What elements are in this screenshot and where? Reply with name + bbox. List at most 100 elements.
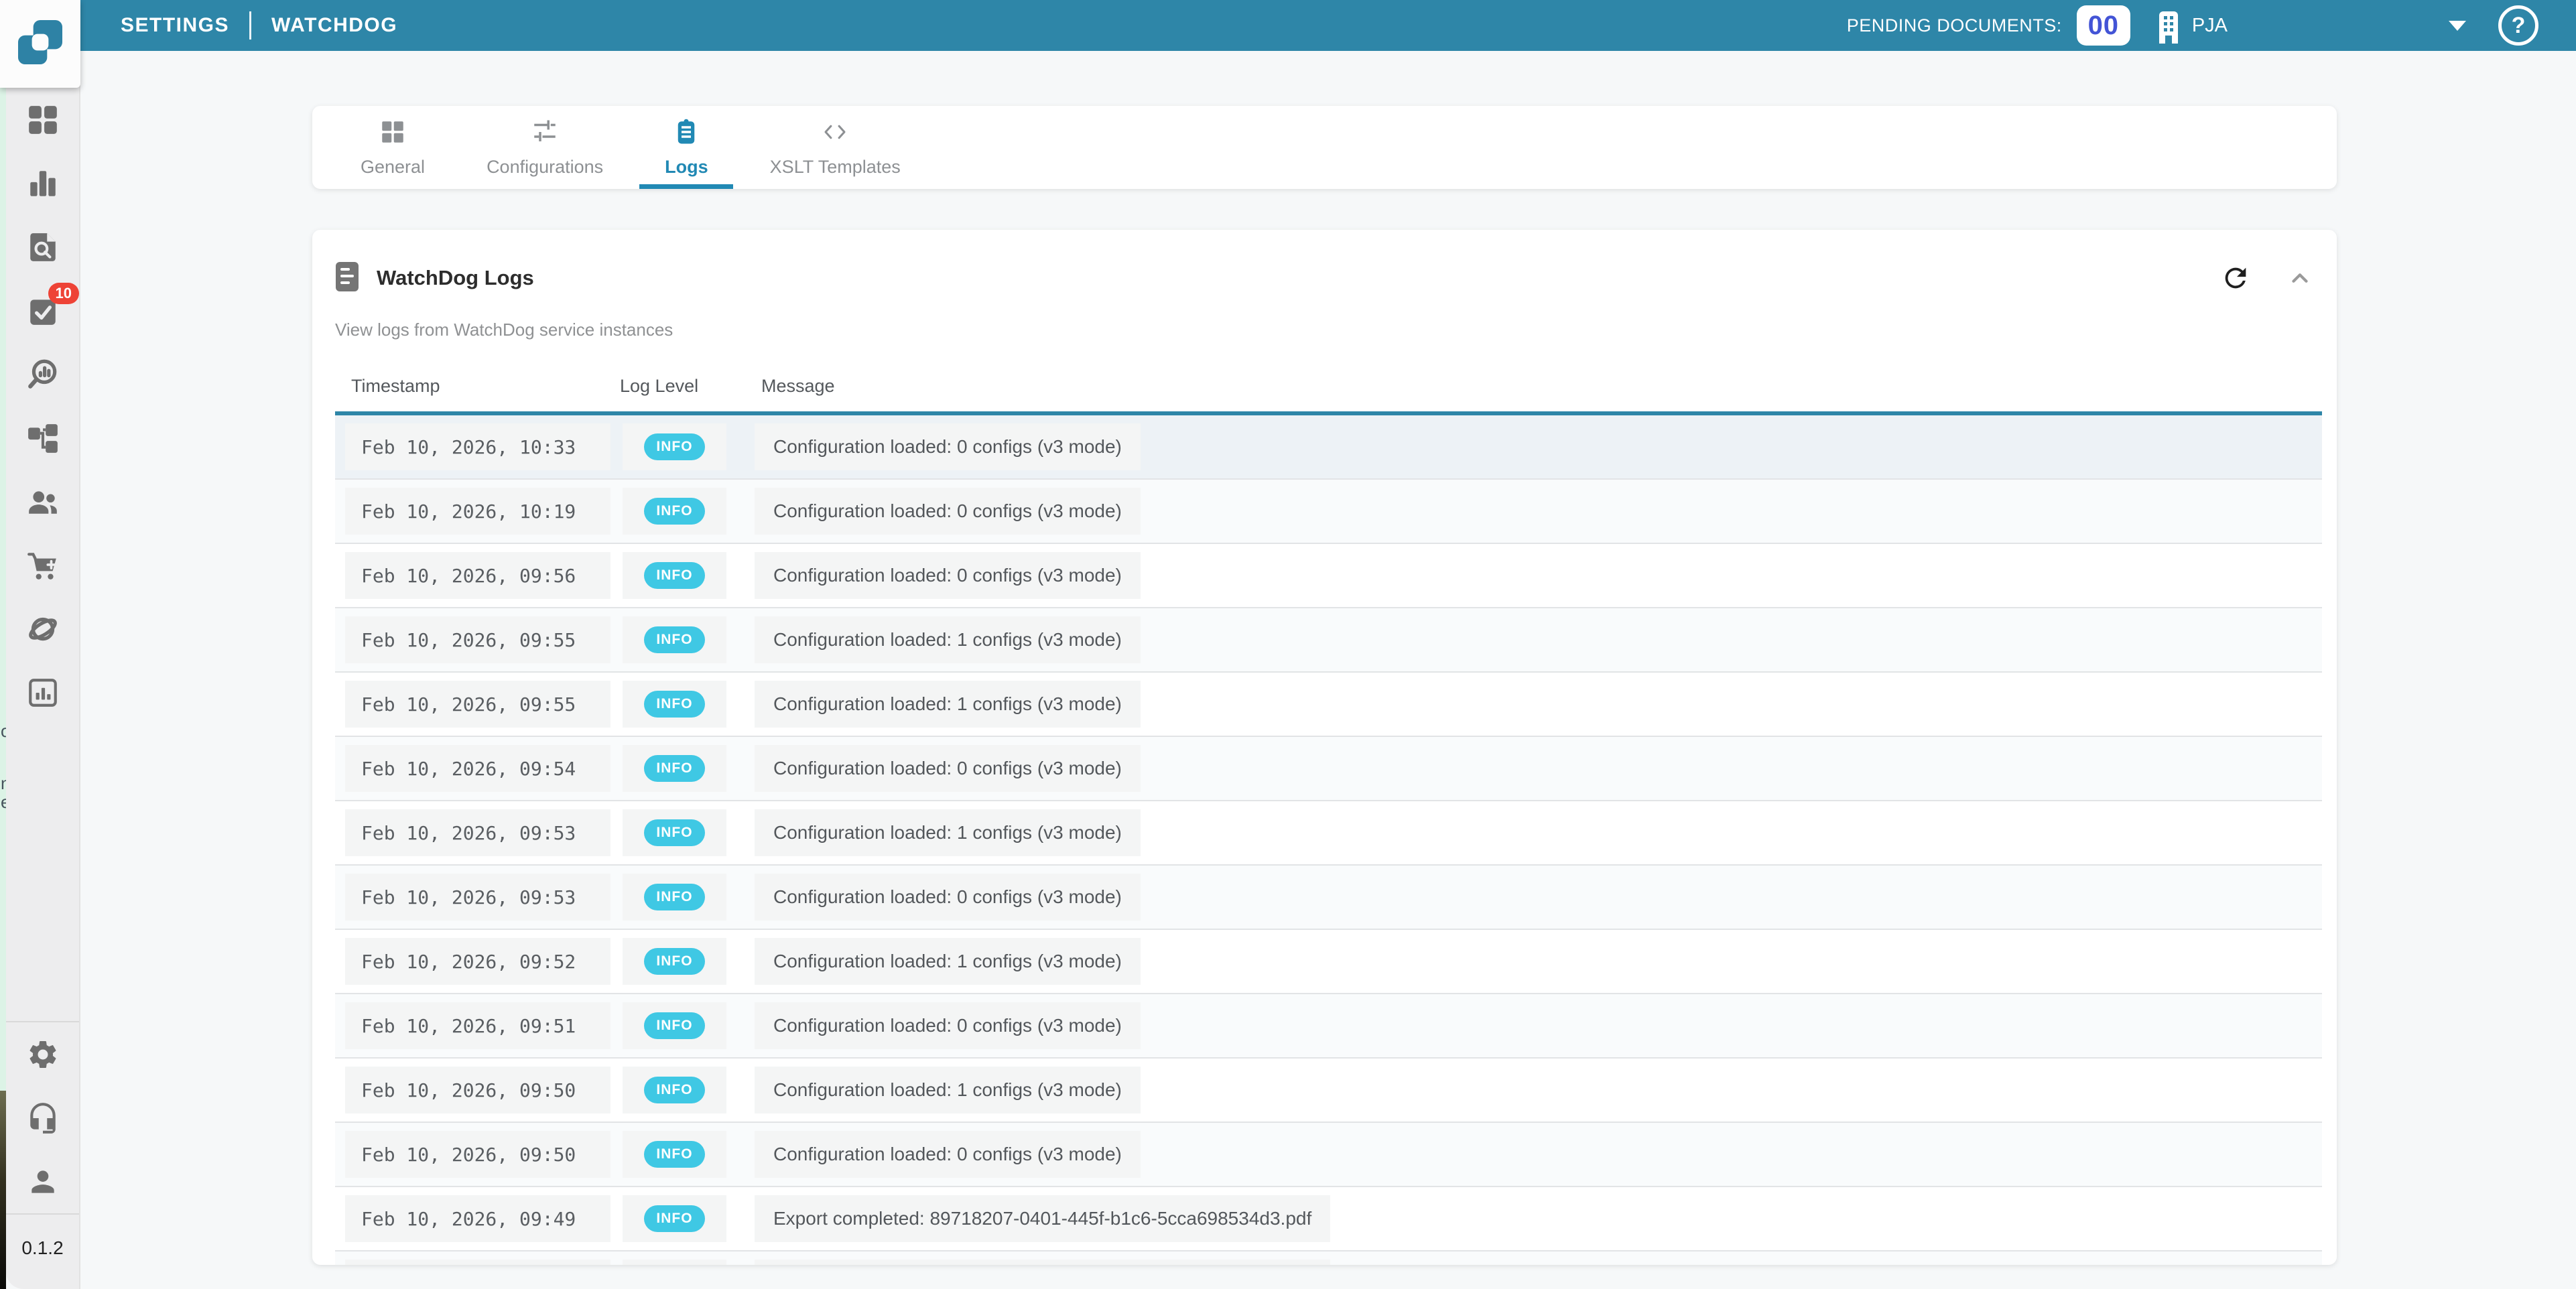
message-cell: Configuration loaded: 0 configs (v3 mode…	[744, 994, 2322, 1058]
top-bar: SETTINGS WATCHDOG PENDING DOCUMENTS: 00 …	[80, 0, 2576, 51]
log-level-cell: INFO	[613, 1122, 744, 1186]
timestamp-value: Feb 10, 2026, 09:55	[345, 616, 610, 663]
log-level-cell: INFO	[613, 801, 744, 865]
sidebar-item-workflow[interactable]	[6, 406, 79, 470]
timestamp-value: Feb 10, 2026, 09:54	[345, 745, 610, 792]
background-clipped-text: e	[1, 793, 6, 811]
table-row: Feb 10, 2026, 09:51 INFO Configuration loa…	[335, 994, 2322, 1058]
table-row: Feb 10, 2026, 09:50 INFO Configuration loa…	[335, 1122, 2322, 1186]
timestamp-value: Feb 10, 2026, 09:55	[345, 681, 610, 728]
app-logo[interactable]	[0, 0, 80, 88]
sidebar-item-dashboard[interactable]	[6, 88, 79, 151]
collapse-chevron-up-icon[interactable]	[2287, 265, 2313, 291]
tab-general[interactable]: General	[330, 106, 456, 189]
breadcrumb-settings: SETTINGS	[121, 14, 229, 37]
table-row: Feb 10, 2026, 10:33INFOConfiguration loa…	[335, 413, 2322, 479]
timestamp-cell: Feb 10, 2026, 09:50	[335, 1122, 613, 1186]
chart-box-icon	[26, 676, 60, 709]
org-selector-label[interactable]: PJA	[2192, 15, 2228, 37]
timestamp-cell: Feb 10, 2026, 09:53	[335, 801, 613, 865]
log-level-cell: INFO	[613, 1186, 744, 1251]
table-header-row: Timestamp Log Level Message	[335, 360, 2322, 413]
message-value: Configuration loaded: 0 configs (v3 mode…	[755, 874, 1141, 921]
message-cell: Export completed: 89718207-0401-445f-b1c…	[744, 1186, 2322, 1251]
log-level-cell: INFO	[613, 543, 744, 608]
sidebar-item-users[interactable]	[6, 470, 79, 533]
tab-label: XSLT Templates	[770, 157, 901, 178]
account-tree-icon	[26, 421, 60, 455]
log-level-badge: INFO	[644, 562, 704, 589]
log-level-badge: INFO	[644, 948, 704, 975]
table-row: Feb 10, 2026, 09:56 INFO Configuration loa…	[335, 543, 2322, 608]
message-value: Configuration loaded: 0 configs (v3 mode…	[755, 488, 1141, 535]
background-edge-strip: o n e	[0, 0, 6, 1289]
log-level-cell: INFO	[613, 994, 744, 1058]
sidebar: 10	[6, 0, 80, 1289]
column-header-message: Message	[744, 360, 2322, 413]
timestamp-cell: Feb 10, 2026, 09:49	[335, 1186, 613, 1251]
message-value: Configuration loaded: 1 configs (v3 mode…	[755, 1067, 1141, 1113]
tab-xslt-templates[interactable]: XSLT Templates	[739, 106, 931, 189]
log-level-cell: INFO	[613, 1251, 744, 1265]
pending-documents-count: 00	[2077, 5, 2130, 46]
sidebar-item-settings[interactable]	[6, 1022, 79, 1086]
help-icon[interactable]: ?	[2498, 5, 2538, 46]
settings-tabs: General Configurations Logs XSLT Templat…	[312, 106, 2337, 189]
timestamp-value: Feb 10, 2026, 10:33	[345, 423, 610, 470]
sidebar-item-orders[interactable]	[6, 533, 79, 597]
timestamp-cell: Feb 10, 2026, 09:56	[335, 543, 613, 608]
background-clipped-text: n	[1, 774, 6, 792]
sidebar-item-integrations[interactable]	[6, 597, 79, 661]
message-value: Export completed: 89718207-0401-445f-b1c…	[755, 1260, 1330, 1265]
column-header-timestamp: Timestamp	[335, 360, 613, 413]
gear-icon	[26, 1038, 60, 1071]
table-row: Feb 10, 2026, 09:53INFOConfiguration loa…	[335, 801, 2322, 865]
sidebar-item-reports[interactable]	[6, 661, 79, 724]
person-icon	[26, 1165, 60, 1199]
message-cell: Configuration loaded: 0 configs (v3 mode…	[744, 1122, 2322, 1186]
sidebar-item-analytics[interactable]	[6, 151, 79, 215]
sidebar-item-support[interactable]	[6, 1086, 79, 1150]
tab-configurations[interactable]: Configurations	[456, 106, 634, 189]
tab-label: Logs	[665, 157, 708, 178]
table-row: Feb 10, 2026, 09:55INFOConfiguration loa…	[335, 608, 2322, 672]
timestamp-value: Feb 10, 2026, 09:49	[345, 1195, 610, 1242]
search-stats-icon	[26, 358, 60, 391]
message-cell: Configuration loaded: 0 configs (v3 mode…	[744, 736, 2322, 801]
message-cell: Configuration loaded: 0 configs (v3 mode…	[744, 479, 2322, 543]
timestamp-cell: Feb 10, 2026, 09:51	[335, 994, 613, 1058]
timestamp-cell: Feb 10, 2026, 09:55	[335, 608, 613, 672]
table-row: Feb 10, 2026, 09:49INFO Export completed:…	[335, 1251, 2322, 1265]
message-cell: Configuration loaded: 0 configs (v3 mode…	[744, 543, 2322, 608]
timestamp-value: Feb 10, 2026, 09:52	[345, 938, 610, 985]
background-image-sliver	[0, 1091, 6, 1289]
building-icon	[2153, 7, 2184, 44]
tab-logs[interactable]: Logs	[634, 106, 739, 189]
dashboard-grid-icon	[26, 103, 60, 137]
timestamp-value: Feb 10, 2026, 09:53	[345, 874, 610, 921]
message-value: Export completed: 89718207-0401-445f-b1c…	[755, 1195, 1330, 1242]
timestamp-cell: Feb 10, 2026, 09:53	[335, 865, 613, 929]
code-icon	[821, 118, 849, 151]
timestamp-cell: Feb 10, 2026, 09:50	[335, 1058, 613, 1122]
sidebar-item-document-search[interactable]	[6, 215, 79, 279]
logs-actions	[2220, 263, 2313, 293]
clipboard-icon	[672, 118, 700, 151]
tab-label: General	[361, 157, 425, 178]
timestamp-value: Feb 10, 2026, 09:49	[345, 1260, 610, 1265]
timestamp-value: Feb 10, 2026, 09:50	[345, 1131, 610, 1178]
log-level-badge: INFO	[644, 1012, 704, 1039]
timestamp-cell: Feb 10, 2026, 09:54	[335, 736, 613, 801]
timestamp-cell: Feb 10, 2026, 09:52	[335, 929, 613, 994]
chevron-down-icon[interactable]	[2449, 21, 2466, 31]
refresh-button[interactable]	[2220, 263, 2251, 293]
log-table-body: Feb 10, 2026, 10:33INFOConfiguration loa…	[335, 413, 2322, 1265]
background-clipped-text: o	[1, 722, 6, 740]
sidebar-item-tasks[interactable]: 10	[6, 279, 79, 342]
sidebar-item-search-insights[interactable]	[6, 342, 79, 406]
log-level-badge: INFO	[644, 1141, 704, 1168]
logo-icon	[18, 20, 62, 68]
timestamp-value: Feb 10, 2026, 09:51	[345, 1002, 610, 1049]
log-level-cell: INFO	[613, 608, 744, 672]
sidebar-item-account[interactable]	[6, 1150, 79, 1213]
